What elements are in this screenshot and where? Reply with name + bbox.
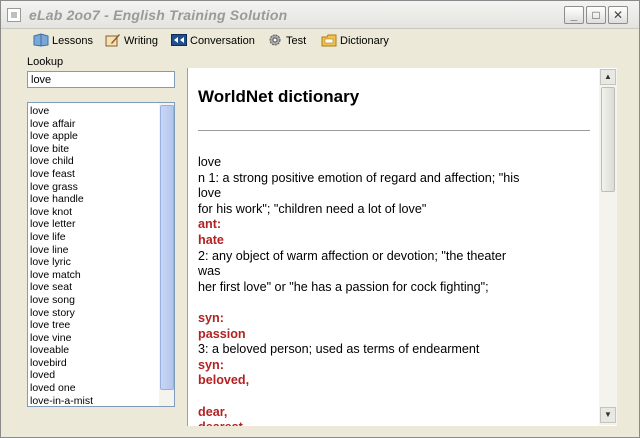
dictionary-pane: WorldNet dictionary love n 1: a strong po… — [187, 68, 617, 426]
scroll-up-button[interactable]: ▲ — [600, 69, 616, 85]
app-window: eLab 2oo7 - English Training Solution _ … — [0, 0, 640, 438]
word-list-item[interactable]: love-in-a-mist — [30, 395, 158, 406]
word-list-scrollbar[interactable] — [159, 103, 174, 406]
word-list-item[interactable]: love affair — [30, 118, 158, 131]
scroll-down-icon: ▼ — [604, 410, 612, 419]
definition-line: love — [198, 155, 222, 169]
definition-text: love n 1: a strong positive emotion of re… — [198, 155, 598, 426]
dictionary-label: Dictionary — [340, 35, 389, 47]
conversation-button[interactable]: Conversation — [171, 32, 255, 50]
definition-line: n 1: a strong positive emotion of regard… — [198, 170, 520, 185]
definition-relation: hate — [198, 232, 224, 247]
word-list-item[interactable]: love lyric — [30, 256, 158, 269]
writing-icon — [105, 34, 120, 47]
toolbar: Lessons Writing Conversation Test Dictio… — [1, 29, 639, 53]
lessons-icon — [33, 33, 49, 47]
word-list-item[interactable]: love life — [30, 231, 158, 244]
definition-gap — [198, 295, 598, 311]
word-list-item[interactable]: love seat — [30, 281, 158, 294]
title-divider — [198, 130, 590, 131]
definition-line: her first love" or "he has a passion for… — [198, 279, 489, 294]
definition-relation: ant: — [198, 217, 222, 232]
writing-label: Writing — [124, 35, 159, 47]
app-icon[interactable] — [7, 8, 21, 22]
word-list-item[interactable]: love grass — [30, 181, 158, 194]
word-list[interactable]: love love affair love apple love bite love c… — [27, 102, 175, 407]
word-list-item[interactable]: love handle — [30, 193, 158, 206]
word-list-item[interactable]: love — [30, 105, 158, 118]
lessons-button[interactable]: Lessons — [33, 32, 93, 50]
definition-relation: beloved, — [198, 373, 250, 388]
word-list-item[interactable]: loved — [30, 369, 158, 382]
definition-scroll-thumb[interactable] — [601, 87, 615, 192]
word-list-item[interactable]: love feast — [30, 168, 158, 181]
word-list-item[interactable]: loved one — [30, 382, 158, 395]
word-list-item[interactable]: love apple — [30, 130, 158, 143]
word-list-item[interactable]: love line — [30, 244, 158, 257]
definition-line: 2: any object of warm affection or devot… — [198, 248, 507, 263]
word-list-item[interactable]: love song — [30, 294, 158, 307]
word-list-item[interactable]: love match — [30, 269, 158, 282]
close-button[interactable]: ✕ — [608, 6, 628, 24]
word-list-scroll-thumb[interactable] — [160, 105, 174, 390]
maximize-button[interactable]: □ — [586, 6, 606, 24]
word-list-item[interactable]: love child — [30, 155, 158, 168]
window-title: eLab 2oo7 - English Training Solution — [29, 7, 288, 23]
test-button[interactable]: Test — [267, 32, 306, 50]
word-list-items: love love affair love apple love bite love c… — [30, 105, 158, 406]
definition-relation: syn: — [198, 310, 224, 325]
lookup-label: Lookup — [27, 56, 64, 68]
conversation-label: Conversation — [190, 35, 255, 47]
conversation-icon — [171, 34, 187, 46]
dictionary-button[interactable]: Dictionary — [321, 32, 389, 50]
title-bar[interactable]: eLab 2oo7 - English Training Solution _ … — [1, 1, 639, 29]
definition-relation: passion — [198, 326, 246, 341]
dictionary-icon — [321, 34, 337, 47]
definition-line: for his work"; "children need a lot of l… — [198, 201, 427, 216]
definition-line: 3: a beloved person; used as terms of en… — [198, 342, 480, 357]
minimize-button[interactable]: _ — [564, 6, 584, 24]
scroll-down-button[interactable]: ▼ — [600, 407, 616, 423]
lessons-label: Lessons — [52, 35, 93, 47]
definition-line: was — [198, 264, 221, 279]
word-list-item[interactable]: love vine — [30, 332, 158, 345]
definition-scrollbar[interactable]: ▲ ▼ — [599, 69, 617, 425]
word-list-item[interactable]: loveable — [30, 344, 158, 357]
word-list-item[interactable]: love story — [30, 307, 158, 320]
word-list-item[interactable]: lovebird — [30, 357, 158, 370]
word-list-item[interactable]: love bite — [30, 143, 158, 156]
word-list-item[interactable]: love knot — [30, 206, 158, 219]
definition-relation: dearest — [198, 420, 598, 426]
word-list-item[interactable]: love tree — [30, 319, 158, 332]
definition-relation: dear, — [198, 404, 228, 419]
dictionary-title: WorldNet dictionary — [198, 87, 360, 106]
scroll-up-icon: ▲ — [604, 72, 612, 81]
definition-relation: syn: — [198, 357, 224, 372]
word-list-item[interactable]: love letter — [30, 218, 158, 231]
definition-gap — [198, 389, 598, 405]
test-gear-icon — [269, 34, 281, 46]
definition-line: love — [198, 186, 222, 201]
writing-button[interactable]: Writing — [105, 32, 158, 50]
lookup-input[interactable] — [27, 71, 175, 88]
test-label: Test — [286, 35, 307, 47]
